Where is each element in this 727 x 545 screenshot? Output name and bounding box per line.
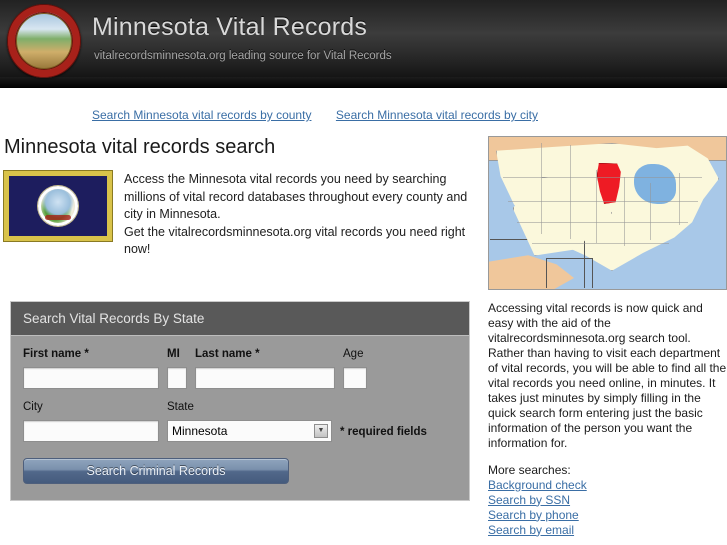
location-row: City State Minnesota ▼ * required fields [23,401,457,442]
site-header: Minnesota Vital Records vitalrecordsminn… [0,0,727,88]
state-select-wrapper: Minnesota ▼ [167,419,332,442]
map-hawaii-inset-box [545,257,594,288]
sidebar-link-search-by-ssn[interactable]: Search by SSN [488,493,570,507]
us-map-minnesota-highlighted-icon [488,136,727,290]
search-form-panel: Search Vital Records By State First name… [10,300,470,501]
list-item: Search by SSN [488,493,727,508]
main-nav: Search Minnesota vital records by county… [0,88,727,136]
middle-initial-field: MI [167,348,187,389]
middle-initial-label: MI [167,347,180,360]
map-state-border [624,176,626,247]
state-label: State [167,400,194,413]
sidebar-link-search-by-email[interactable]: Search by email [488,523,574,537]
map-state-border [595,170,597,244]
map-state-border [678,173,680,226]
state-select[interactable]: Minnesota [167,419,332,442]
more-searches-label: More searches: [488,462,571,477]
first-name-field: First name * [23,348,159,389]
age-field: Age [343,348,367,389]
city-field: City [23,401,159,442]
age-label: Age [343,347,364,360]
sidebar-link-background-check[interactable]: Background check [488,478,587,492]
map-state-border [569,144,571,239]
map-state-border [507,200,698,202]
age-input[interactable] [343,366,367,389]
middle-initial-input[interactable] [167,366,187,389]
intro-paragraph-2: Get the vitalrecordsminnesota.org vital … [124,224,466,257]
list-item: Search by phone [488,508,727,523]
more-searches-list: Background check Search by SSN Search by… [488,478,727,538]
map-state-border [541,143,543,235]
nav-link-by-city[interactable]: Search Minnesota vital records by city [336,108,538,122]
search-panel-title: Search Vital Records By State [11,301,469,336]
city-input[interactable] [23,419,159,442]
last-name-input[interactable] [195,366,335,389]
city-label: City [23,400,43,413]
search-panel-body: First name * MI Last name * Age City Sta… [11,336,469,500]
state-field: State Minnesota ▼ [167,401,332,442]
list-item: Search by email [488,523,727,538]
seal-outer-ring [8,5,80,77]
map-state-border [503,176,703,178]
map-state-border [531,243,670,245]
name-row: First name * MI Last name * Age [23,348,457,389]
sidebar-description: Accessing vital records is now quick and… [488,300,727,450]
minnesota-state-flag-icon [4,171,112,241]
sidebar-link-search-by-phone[interactable]: Search by phone [488,508,579,522]
required-fields-note: * required fields [340,425,427,438]
minnesota-state-seal-icon [7,4,81,78]
list-item: Background check [488,478,727,493]
flag-seal-emblem [38,186,78,226]
intro-paragraphs: Access the Minnesota vital records you n… [124,171,486,259]
first-name-input[interactable] [23,366,159,389]
content-area: Minnesota vital records search Access th… [0,136,727,537]
sidebar: Accessing vital records is now quick and… [488,301,727,538]
site-tagline: vitalrecordsminnesota.org leading source… [94,50,392,62]
map-state-border [650,182,652,241]
intro-block: Access the Minnesota vital records you n… [0,171,486,259]
nav-link-by-county[interactable]: Search Minnesota vital records by county [92,108,311,122]
last-name-field: Last name * [195,348,335,389]
intro-paragraph-1: Access the Minnesota vital records you n… [124,172,468,221]
map-state-border [517,222,689,224]
search-submit-button[interactable]: Search Criminal Records [23,457,289,484]
site-title: Minnesota Vital Records [92,13,368,41]
last-name-label: Last name * [195,347,260,360]
header-text-block: Minnesota Vital Records vitalrecordsminn… [92,12,392,62]
first-name-label: First name * [23,347,89,360]
